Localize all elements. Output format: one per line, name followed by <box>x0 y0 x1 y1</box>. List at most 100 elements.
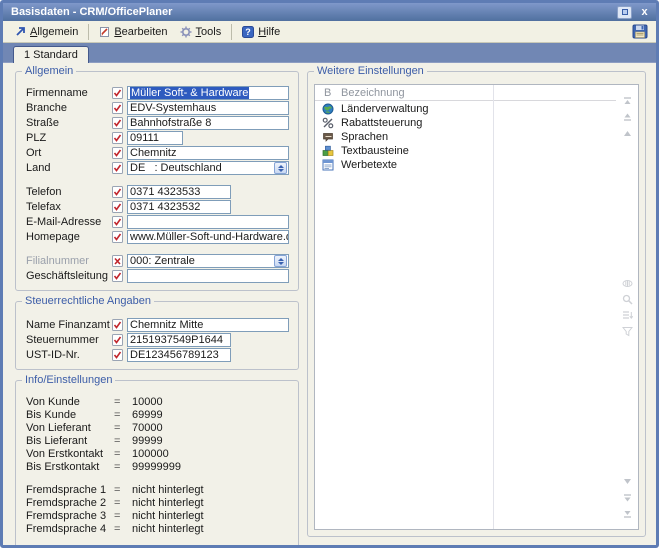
scroll-to-bottom-icon[interactable] <box>620 507 634 519</box>
ort-input[interactable]: Chemnitz <box>127 146 289 160</box>
field-row-ustid: UST-ID-Nr. DE123456789123 <box>26 348 290 362</box>
field-row-email: E-Mail-Adresse <box>26 215 290 229</box>
info-row: Von Lieferant=70000 <box>26 423 290 433</box>
edit-check-icon <box>112 349 127 361</box>
scroll-down-icon[interactable] <box>620 475 634 487</box>
menu-allgemein[interactable]: Allgemein <box>9 24 84 40</box>
geschaeftsleitung-input[interactable] <box>127 269 289 283</box>
list-item-laenderverwaltung[interactable]: Länderverwaltung <box>315 102 616 115</box>
content-area: Allgemein Firmenname Müller Soft- & Hard… <box>3 63 656 545</box>
edit-check-icon <box>112 147 127 159</box>
field-row-strasse: Straße Bahnhofstraße 8 <box>26 116 290 130</box>
scroll-up-page-icon[interactable] <box>620 111 634 123</box>
sort-list-icon[interactable] <box>620 309 634 321</box>
edit-check-icon <box>112 117 127 129</box>
telefon-input[interactable]: 0371 4323533 <box>127 185 231 199</box>
menu-hilfe[interactable]: ? Hilfe <box>236 24 286 40</box>
field-row-ort: Ort Chemnitz <box>26 146 290 160</box>
column-header-b[interactable]: B <box>315 87 341 99</box>
steuernummer-input[interactable]: 2151937549P1644 <box>127 333 231 347</box>
branche-input[interactable]: EDV-Systemhaus <box>127 101 289 115</box>
globe-icon <box>315 103 341 115</box>
firmenname-input[interactable]: Müller Soft- & Hardware <box>127 86 289 100</box>
scroll-up-icon[interactable] <box>620 127 634 139</box>
edit-check-icon <box>112 216 127 228</box>
column-header-bezeichnung[interactable]: Bezeichnung <box>341 87 616 99</box>
menu-tools[interactable]: Tools <box>174 24 228 40</box>
menu-separator <box>231 24 232 40</box>
finanzamt-input[interactable]: Chemnitz Mitte <box>127 318 289 332</box>
info-row: Fremdsprache 1=nicht hinterlegt <box>26 485 290 495</box>
close-icon[interactable]: x <box>637 6 652 19</box>
equals-sign: = <box>114 484 132 496</box>
field-row-plz: PLZ 09111 <box>26 131 290 145</box>
save-button[interactable] <box>630 23 650 40</box>
info-row: Fremdsprache 3=nicht hinterlegt <box>26 511 290 521</box>
edit-check-icon <box>112 132 127 144</box>
edit-check-icon <box>112 270 127 282</box>
spinner-icon[interactable] <box>274 162 287 174</box>
menu-bearbeiten[interactable]: Bearbeiten <box>93 24 173 40</box>
field-row-telefon: Telefon 0371 4323533 <box>26 185 290 199</box>
filialnummer-combobox[interactable]: 000: Zentrale <box>127 254 289 268</box>
menu-bar: Allgemein Bearbeiten Tools ? Hilfe <box>3 21 656 43</box>
homepage-input[interactable]: www.Müller-Soft-und-Hardware.de → <box>127 230 289 244</box>
language-icon <box>315 131 341 143</box>
group-info: Info/Einstellungen Von Kunde=10000 Bis K… <box>15 380 299 548</box>
search-icon[interactable] <box>620 293 634 305</box>
equals-sign: = <box>114 497 132 509</box>
edit-check-icon <box>112 334 127 346</box>
tab-standard[interactable]: 1 Standard <box>13 46 89 63</box>
list-item-textbausteine[interactable]: Textbausteine <box>315 144 616 157</box>
ustid-input[interactable]: DE123456789123 <box>127 348 231 362</box>
percent-icon <box>315 117 341 129</box>
list-toolbar-rail <box>618 85 636 529</box>
scroll-down-page-icon[interactable] <box>620 491 634 503</box>
land-combobox[interactable]: DE : Deutschland <box>127 161 289 175</box>
arrow-northeast-icon <box>15 26 26 37</box>
equals-sign: = <box>114 422 132 434</box>
telefax-input[interactable]: 0371 4323532 <box>127 200 231 214</box>
field-row-branche: Branche EDV-Systemhaus <box>26 101 290 115</box>
group-allgemein: Allgemein Firmenname Müller Soft- & Hard… <box>15 71 299 291</box>
title-bar: Basisdaten - CRM/OfficePlaner x <box>3 3 656 21</box>
edit-check-icon <box>112 231 127 243</box>
ad-text-icon <box>315 159 341 171</box>
attachment-icon[interactable] <box>620 277 634 289</box>
group-weitere-title: Weitere Einstellungen <box>314 65 427 77</box>
window-restore-icon[interactable] <box>617 6 632 19</box>
info-row: Fremdsprache 4=nicht hinterlegt <box>26 524 290 534</box>
help-icon: ? <box>242 26 254 38</box>
menu-separator <box>88 24 89 40</box>
info-row: Bis Lieferant=99999 <box>26 436 290 446</box>
scroll-to-top-icon[interactable] <box>620 95 634 107</box>
tab-strip: 1 Standard <box>3 43 656 63</box>
spinner-icon[interactable] <box>274 255 287 267</box>
list-item-sprachen[interactable]: Sprachen <box>315 130 616 143</box>
equals-sign: = <box>114 409 132 421</box>
group-weitere: Weitere Einstellungen B Bezeichnung Länd… <box>307 71 646 537</box>
field-row-filialnummer: Filialnummer 000: Zentrale <box>26 254 290 268</box>
red-x-icon <box>112 255 127 267</box>
info-row: Von Erstkontakt=100000 <box>26 449 290 459</box>
field-row-land: Land DE : Deutschland <box>26 161 290 175</box>
edit-check-icon <box>112 319 127 331</box>
edit-check-icon <box>112 87 127 99</box>
strasse-input[interactable]: Bahnhofstraße 8 <box>127 116 289 130</box>
field-row-homepage: Homepage www.Müller-Soft-und-Hardware.de… <box>26 230 290 244</box>
filter-icon[interactable] <box>620 325 634 337</box>
field-row-steuernummer: Steuernummer 2151937549P1644 <box>26 333 290 347</box>
equals-sign: = <box>114 510 132 522</box>
group-allgemein-title: Allgemein <box>22 65 76 77</box>
edit-check-icon <box>112 102 127 114</box>
list-item-rabattsteuerung[interactable]: Rabattsteuerung <box>315 116 616 129</box>
gear-icon <box>180 26 192 38</box>
equals-sign: = <box>114 461 132 473</box>
plz-input[interactable]: 09111 <box>127 131 183 145</box>
save-floppy-icon <box>632 24 648 39</box>
list-item-werbetexte[interactable]: Werbetexte <box>315 158 616 171</box>
field-row-geschaeftsleitung: Geschäftsleitung <box>26 269 290 283</box>
settings-list: B Bezeichnung Länderverwaltung Rabat <box>314 84 639 530</box>
list-header: B Bezeichnung <box>315 85 616 101</box>
email-input[interactable] <box>127 215 289 229</box>
